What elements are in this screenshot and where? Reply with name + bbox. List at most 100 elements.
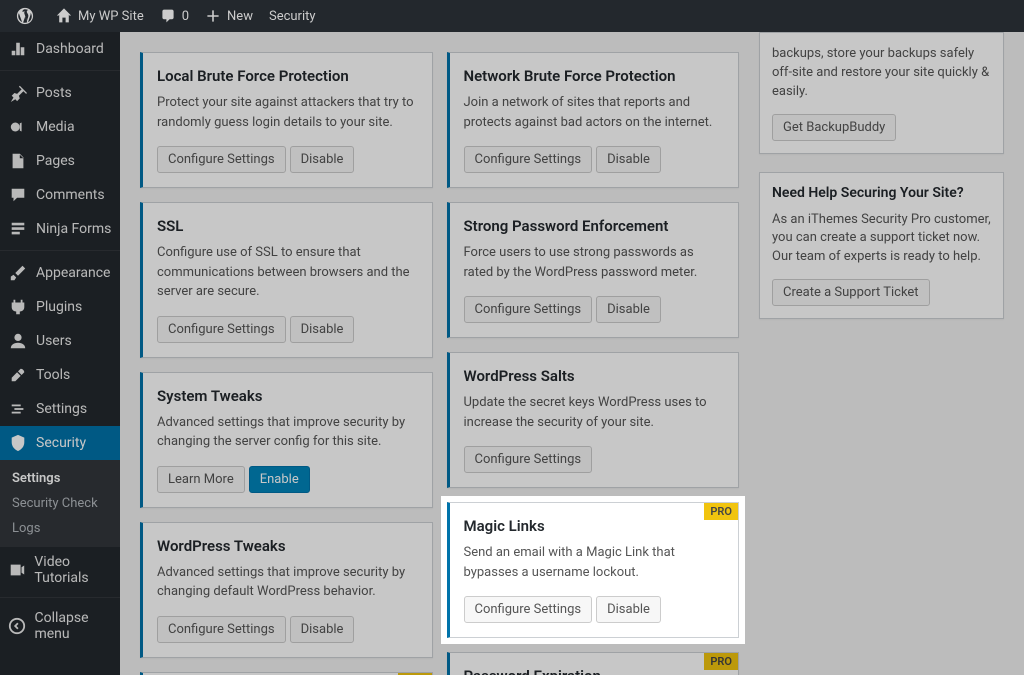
get-backupbuddy-button[interactable]: Get BackupBuddy (772, 114, 896, 141)
card-password-expiration: PROPassword ExpirationStrengthen the pas… (447, 652, 740, 675)
enable-button[interactable]: Enable (249, 466, 310, 493)
card-title: Network Brute Force Protection (464, 67, 725, 85)
content-area: Local Brute Force Protection Protect your… (120, 32, 1024, 675)
sidebar-item-label: Media (36, 119, 75, 135)
sidebar-item-label: Posts (36, 85, 72, 101)
card-malware-scan-scheduling: PROMalware Scan SchedulingProtect your s… (140, 672, 433, 675)
learn_more-button[interactable]: Learn More (157, 466, 245, 493)
security-submenu: Settings Security Check Logs (0, 460, 120, 547)
sidebar-item-label: Settings (36, 401, 87, 417)
configure-button[interactable]: Configure Settings (157, 146, 286, 173)
create-support-ticket-button[interactable]: Create a Support Ticket (772, 279, 930, 306)
card-local-brute-force-protection: Local Brute Force Protection Protect your… (140, 52, 433, 188)
configure-button[interactable]: Configure Settings (464, 146, 593, 173)
sidebar-item-comments[interactable]: Comments (0, 178, 120, 212)
card-system-tweaks: System Tweaks Advanced settings that impr… (140, 372, 433, 508)
disable-button[interactable]: Disable (290, 316, 355, 343)
card-title: Magic Links (464, 517, 725, 535)
sidebar-item-appearance[interactable]: Appearance (0, 256, 120, 290)
sidebar-item-label: Dashboard (36, 41, 104, 57)
card-title: Password Expiration (464, 667, 725, 675)
sidebar-item-ninja-forms[interactable]: Ninja Forms (0, 212, 120, 246)
configure-button[interactable]: Configure Settings (464, 446, 593, 473)
configure-button[interactable]: Configure Settings (157, 316, 286, 343)
plus-icon (205, 8, 221, 24)
card-wordpress-salts: WordPress Salts Update the secret keys Wo… (447, 352, 740, 488)
sidebar-item-security[interactable]: Security (0, 426, 120, 460)
pro-badge: PRO (704, 503, 738, 520)
card-desc: Configure use of SSL to ensure that comm… (157, 243, 418, 302)
pin-icon (8, 83, 28, 103)
card-desc: Force users to use strong passwords as r… (464, 243, 725, 282)
card-title: SSL (157, 217, 418, 235)
sidebar-item-label: Security (36, 435, 86, 451)
sidebar-item-video-tutorials[interactable]: Video Tutorials (0, 547, 120, 593)
comments-link[interactable]: 0 (152, 0, 197, 32)
site-name: My WP Site (78, 9, 144, 24)
sidebar-item-label: Pages (36, 153, 75, 169)
page-icon (8, 151, 28, 171)
submenu-item-settings[interactable]: Settings (0, 466, 120, 491)
card-desc: Protect your site against attackers that… (157, 93, 418, 132)
sidebar-item-dashboard[interactable]: Dashboard (0, 32, 120, 66)
collapse-menu[interactable]: Collapse menu (0, 603, 120, 649)
card-desc: Update the secret keys WordPress uses to… (464, 393, 725, 432)
sidebar-item-settings[interactable]: Settings (0, 392, 120, 426)
submenu-item-logs[interactable]: Logs (0, 516, 120, 541)
sidebar-item-label: Comments (36, 187, 105, 203)
comment-icon (8, 185, 28, 205)
submenu-item-security-check[interactable]: Security Check (0, 491, 120, 516)
comments-count: 0 (182, 9, 189, 24)
video-icon (8, 560, 26, 580)
card-title: WordPress Salts (464, 367, 725, 385)
comment-icon (160, 8, 176, 24)
sidebar-item-media[interactable]: Media (0, 110, 120, 144)
sidebar-item-pages[interactable]: Pages (0, 144, 120, 178)
configure-button[interactable]: Configure Settings (464, 296, 593, 323)
card-magic-links: PROMagic Links Send an email with a Magic… (447, 502, 740, 638)
pro-badge: PRO (704, 653, 738, 670)
home-icon (56, 8, 72, 24)
help-box-title: Need Help Securing Your Site? (772, 185, 991, 201)
sidebar-item-plugins[interactable]: Plugins (0, 290, 120, 324)
backup-box-desc: backups, store your backups safely off-s… (772, 45, 991, 102)
disable-button[interactable]: Disable (596, 596, 661, 623)
card-title: System Tweaks (157, 387, 418, 405)
sidebar-item-label: Appearance (36, 265, 110, 281)
card-title: Local Brute Force Protection (157, 67, 418, 85)
site-link[interactable]: My WP Site (48, 0, 152, 32)
card-desc: Send an email with a Magic Link that byp… (464, 543, 725, 582)
sidebar-item-tools[interactable]: Tools (0, 358, 120, 392)
configure-button[interactable]: Configure Settings (157, 616, 286, 643)
settings-icon (8, 399, 28, 419)
security-link[interactable]: Security (261, 0, 324, 32)
disable-button[interactable]: Disable (290, 616, 355, 643)
new-link[interactable]: New (197, 0, 261, 32)
brush-icon (8, 263, 28, 283)
wp-logo[interactable] (8, 0, 48, 32)
user-icon (8, 331, 28, 351)
disable-button[interactable]: Disable (596, 146, 661, 173)
sidebar-item-label: Ninja Forms (36, 221, 111, 237)
shield-icon (8, 433, 28, 453)
configure-button[interactable]: Configure Settings (464, 596, 593, 623)
admin-toolbar: My WP Site 0 New Security (0, 0, 1024, 32)
card-wordpress-tweaks: WordPress TweaksAdvanced settings that i… (140, 522, 433, 658)
sidebar-item-users[interactable]: Users (0, 324, 120, 358)
card-title: Strong Password Enforcement (464, 217, 725, 235)
sidebar-item-posts[interactable]: Posts (0, 76, 120, 110)
sidebar-item-label: Collapse menu (34, 610, 120, 642)
card-desc: Advanced settings that improve security … (157, 413, 418, 452)
sidebar-item-label: Video Tutorials (34, 554, 120, 586)
sidebar-item-label: Tools (36, 367, 70, 383)
card-desc: Advanced settings that improve security … (157, 563, 418, 602)
card-network-brute-force-protection: Network Brute Force Protection Join a net… (447, 52, 740, 188)
media-icon (8, 117, 28, 137)
plugin-icon (8, 297, 28, 317)
card-desc: Join a network of sites that reports and… (464, 93, 725, 132)
disable-button[interactable]: Disable (596, 296, 661, 323)
admin-sidebar: Dashboard Posts Media Pages Comments Nin… (0, 32, 120, 675)
card-strong-password-enforcement: Strong Password Enforcement Force users t… (447, 202, 740, 338)
disable-button[interactable]: Disable (290, 146, 355, 173)
backup-box: backups, store your backups safely off-s… (759, 32, 1004, 154)
